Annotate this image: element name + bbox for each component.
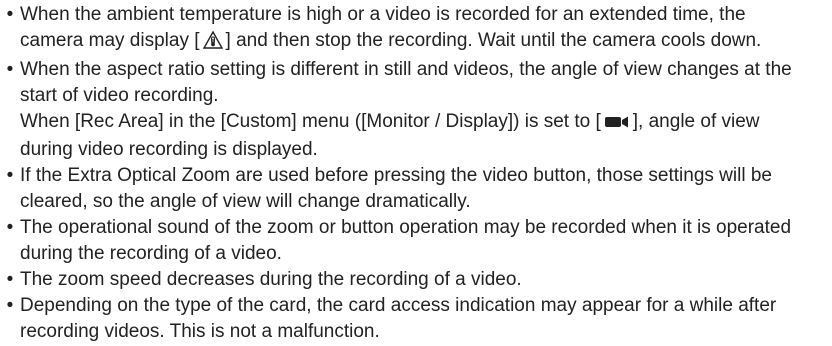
note-text-line: during the recording of a video.	[20, 243, 282, 264]
note-text-line: start of video recording.	[20, 85, 219, 106]
bullet: •	[6, 269, 14, 290]
bullet: •	[6, 4, 14, 25]
note-text-line: If the Extra Optical Zoom are used befor…	[20, 165, 772, 186]
note-text-segment: ] and then stop the recording. Wait unti…	[225, 30, 762, 51]
note-text-line: When the aspect ratio setting is differe…	[20, 59, 792, 80]
bullet: •	[6, 295, 14, 316]
document-body: • When the ambient temperature is high o…	[0, 0, 832, 345]
movie-camera-icon	[604, 111, 630, 137]
note-text-segment: When [Rec Area] in the [Custom] menu ([M…	[20, 111, 601, 132]
note-text-line: during video recording is displayed.	[20, 139, 318, 160]
note-text-line: recording videos. This is not a malfunct…	[20, 321, 380, 342]
note-zoom-speed: • The zoom speed decreases during the re…	[0, 267, 832, 293]
bullet: •	[6, 165, 14, 186]
note-text-segment: camera may display [	[20, 30, 200, 51]
bullet: •	[6, 217, 14, 238]
note-temperature: • When the ambient temperature is high o…	[0, 2, 832, 57]
temperature-warning-icon	[202, 30, 223, 57]
note-operational-sound: • The operational sound of the zoom or b…	[0, 215, 832, 267]
note-text-line: The operational sound of the zoom or but…	[20, 217, 792, 238]
note-text-line: camera may display [ ] and then stop the …	[20, 28, 832, 57]
note-aspect-ratio: • When the aspect ratio setting is diffe…	[0, 57, 832, 163]
bullet: •	[6, 59, 14, 80]
note-extra-zoom: • If the Extra Optical Zoom are used bef…	[0, 163, 832, 215]
notes-list: • When the ambient temperature is high o…	[0, 2, 832, 345]
note-text-line: Depending on the type of the card, the c…	[20, 295, 777, 316]
note-card-access: • Depending on the type of the card, the…	[0, 293, 832, 345]
note-text-line: The zoom speed decreases during the reco…	[20, 269, 522, 290]
note-text-line: cleared, so the angle of view will chang…	[20, 191, 471, 212]
note-text-segment: ], angle of view	[632, 111, 760, 132]
note-text-line: When [Rec Area] in the [Custom] menu ([M…	[20, 109, 832, 137]
note-text-line: When the ambient temperature is high or …	[20, 4, 746, 25]
